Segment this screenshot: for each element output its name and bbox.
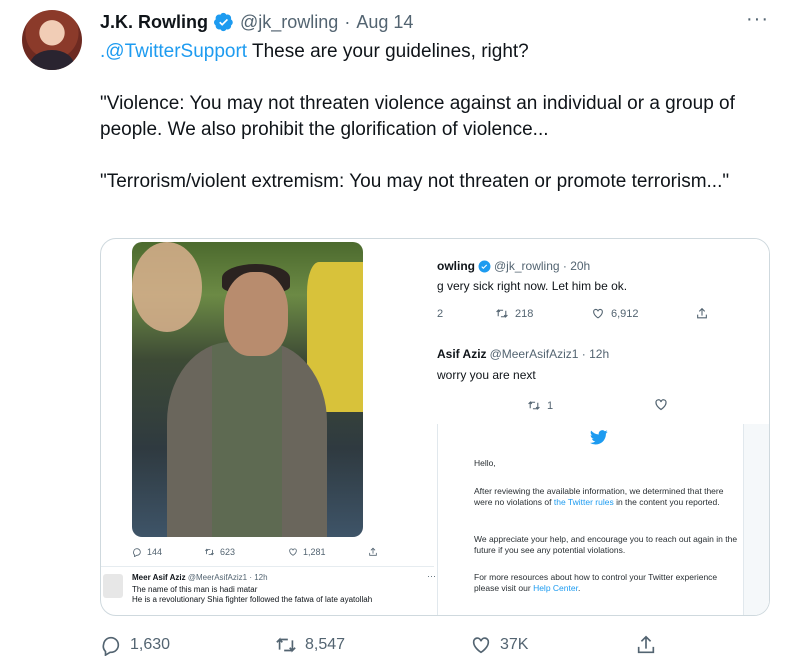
screenshot-right: owling @jk_rowling · 20h g very sick rig… [437, 239, 769, 615]
email-p1-text-b: in the content you reported. [613, 497, 720, 507]
tweet-actions: 1,630 8,547 37K [100, 628, 670, 662]
mini-reply-meta: @MeerAsifAziz1 · 12h [187, 573, 268, 582]
heart-icon [593, 308, 603, 319]
right-like-value: 6,912 [611, 307, 639, 320]
right-tweet2-retweets: 1 [527, 399, 553, 412]
author-handle[interactable]: @jk_rowling [240, 12, 338, 33]
right-tweet2-meta: @MeerAsifAziz1 · 12h [489, 347, 610, 361]
right-retweet-count: 218 [495, 307, 591, 320]
tweet: J.K. Rowling @jk_rowling · Aug 14 ··· .@… [0, 0, 812, 672]
email-greeting: Hello, [474, 458, 496, 468]
heart-icon [289, 548, 297, 556]
email-card: Hello, After reviewing the available inf… [437, 424, 744, 615]
reply-icon [102, 636, 120, 656]
reply-button[interactable]: 1,630 [100, 634, 275, 656]
author-name[interactable]: J.K. Rowling [100, 12, 208, 33]
right-tweet2-text: worry you are next [437, 368, 536, 382]
twitter-bird-icon [590, 430, 608, 445]
mini-like-count: 1,281 [288, 547, 368, 557]
share-button[interactable] [635, 634, 657, 656]
heart-icon [655, 399, 667, 411]
help-center-link[interactable]: Help Center [533, 583, 578, 593]
screenshot-left-reply: Meer Asif Aziz @MeerAsifAziz1 · 12h ··· … [101, 566, 436, 615]
right-tweet1-name: owling [437, 259, 475, 273]
share-icon [697, 307, 707, 319]
reply-icon [133, 548, 141, 557]
right-reply-value: 2 [437, 307, 444, 320]
right-tweet1-meta: @jk_rowling · 20h [494, 259, 591, 273]
right-like-count: 6,912 [591, 307, 695, 320]
share-icon [369, 547, 377, 556]
mini-reply-count: 144 [132, 547, 204, 557]
share-icon [637, 635, 655, 654]
heart-icon [472, 637, 490, 654]
support-email: Hello, After reviewing the available inf… [437, 424, 769, 615]
verified-badge-icon [214, 12, 233, 32]
like-button[interactable]: 37K [470, 634, 635, 656]
mini-retweet-count: 623 [204, 547, 288, 557]
right-retweet-value: 218 [515, 307, 534, 320]
separator-dot: · [344, 11, 351, 32]
tweet-text: .@TwitterSupport These are your guidelin… [100, 39, 780, 195]
mini-more-icon: ··· [427, 571, 436, 581]
mini-reply-name: Meer Asif Aziz [132, 573, 186, 582]
retweet-count: 8,547 [305, 636, 346, 653]
email-paragraph-1: After reviewing the available informatio… [474, 486, 744, 508]
tweet-time[interactable]: Aug 14 [356, 12, 413, 33]
right-tweet2-header: Asif Aziz @MeerAsifAziz1 · 12h [437, 347, 609, 361]
avatar[interactable] [22, 10, 82, 70]
right-reply-count: 2 [437, 307, 495, 320]
mini-reply-line1: The name of this man is hadi matar [132, 585, 258, 594]
mini-share [368, 547, 378, 557]
attached-photo[interactable] [132, 242, 363, 537]
mini-reply-value: 144 [147, 547, 163, 557]
email-p3-text-b: . [577, 583, 581, 593]
tweet-header: J.K. Rowling @jk_rowling · Aug 14 [100, 10, 413, 34]
tweet-line1: These are your guidelines, right? [247, 41, 529, 62]
retweet-icon [496, 308, 508, 319]
mention-link[interactable]: .@TwitterSupport [100, 41, 247, 62]
right-tweet2-retweet-value: 1 [547, 399, 554, 412]
more-options-icon[interactable]: ··· [746, 8, 769, 31]
mini-reply-header: Meer Asif Aziz @MeerAsifAziz1 · 12h [132, 573, 268, 582]
retweet-button[interactable]: 8,547 [275, 634, 470, 656]
email-paragraph-3: For more resources about how to control … [474, 572, 744, 594]
right-tweet2-name: Asif Aziz [437, 347, 487, 361]
like-count: 37K [500, 636, 529, 653]
right-tweet1-actions: 2 218 6,912 [437, 307, 709, 320]
right-tweet1-header: owling @jk_rowling · 20h [437, 259, 590, 273]
mini-like-value: 1,281 [303, 547, 326, 557]
photo-background-person [132, 242, 202, 332]
email-p3-text-a: For more resources about how to control … [474, 572, 718, 593]
retweet-icon [205, 548, 214, 556]
tweet-paragraph-terrorism: "Terrorism/violent extremism: You may no… [100, 171, 730, 192]
photo-shirt [167, 342, 327, 537]
email-paragraph-2: We appreciate your help, and encourage y… [474, 534, 738, 555]
tweet-paragraph-violence: "Violence: You may not threaten violence… [100, 93, 741, 140]
twitter-rules-link[interactable]: the Twitter rules [554, 497, 614, 507]
right-share [695, 307, 709, 320]
retweet-icon [276, 637, 296, 653]
media-attachment[interactable]: 144 623 1,281 Meer Asif Aziz @MeerAsifAz… [100, 238, 770, 616]
mini-retweet-value: 623 [220, 547, 236, 557]
photo-face [224, 272, 288, 356]
right-tweet1-text: g very sick right now. Let him be ok. [437, 279, 628, 293]
verified-badge-icon [478, 260, 491, 272]
mini-reply-line2: He is a revolutionary Shia fighter follo… [132, 595, 373, 604]
screenshot-left-actions: 144 623 1,281 [132, 547, 388, 557]
retweet-icon [528, 400, 540, 411]
reply-count: 1,630 [130, 636, 171, 653]
mini-reply-avatar [103, 574, 123, 598]
